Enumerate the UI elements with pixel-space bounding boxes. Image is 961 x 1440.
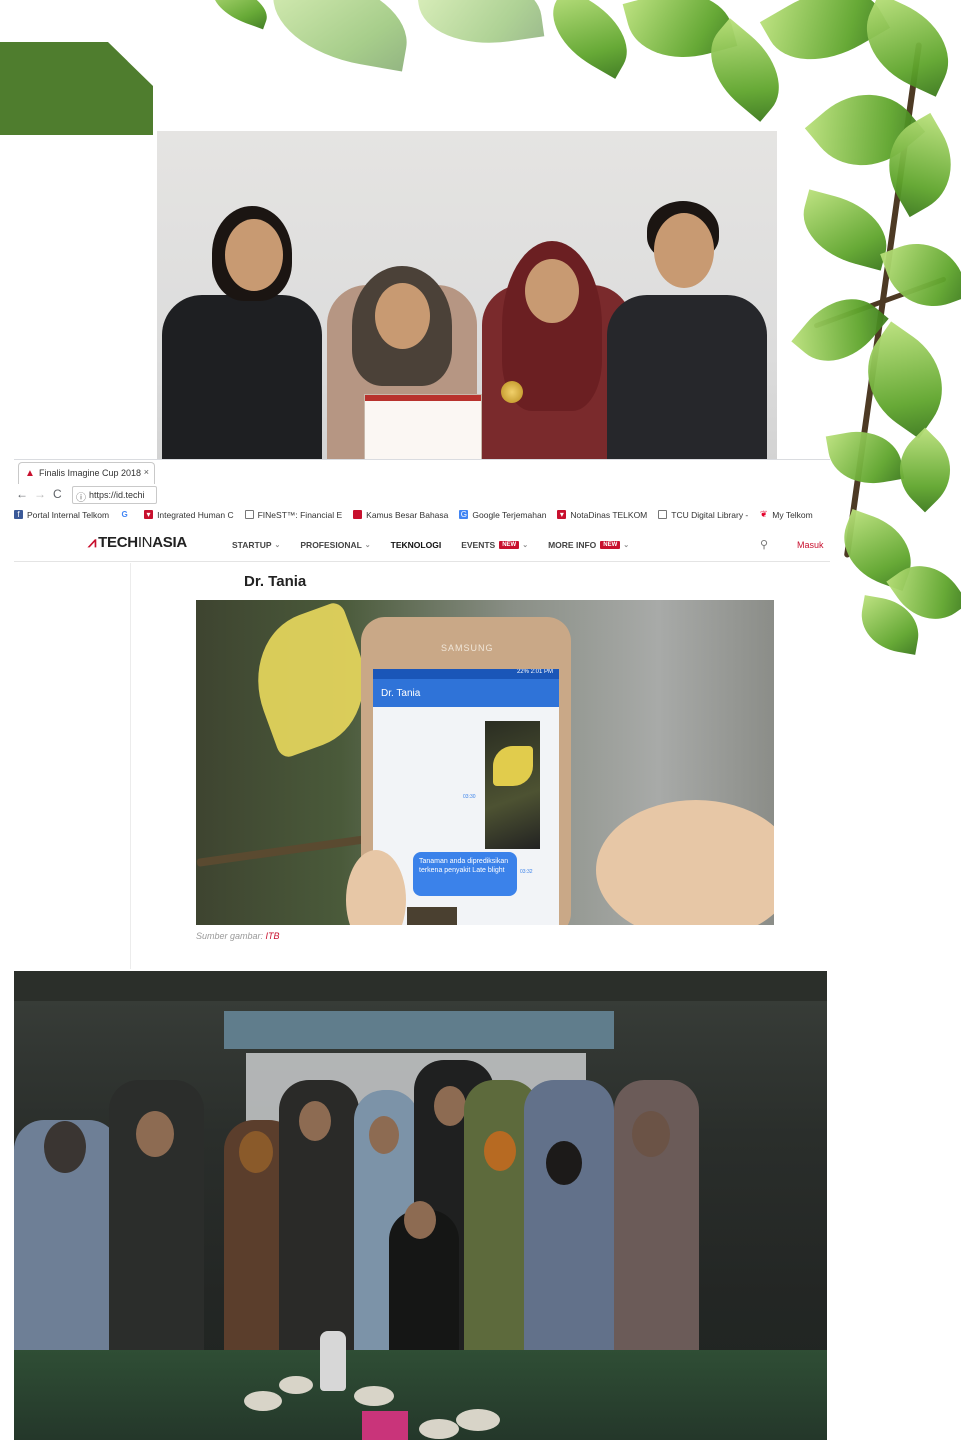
bookmark[interactable]: Kamus Besar Bahasa bbox=[353, 510, 448, 520]
roof bbox=[14, 971, 827, 1001]
forward-arrow-icon[interactable]: → bbox=[34, 487, 46, 501]
techinasia-logo-icon: ⩘ bbox=[88, 534, 97, 551]
browser-tab[interactable]: ▲ Finalis Imagine Cup 2018 × bbox=[18, 462, 155, 484]
back-arrow-icon[interactable]: ← bbox=[16, 487, 28, 501]
address-bar: ← → C ⓘ https://id.techi bbox=[14, 485, 157, 505]
image-caption: Sumber gambar: ITB bbox=[196, 931, 280, 941]
close-icon[interactable]: × bbox=[144, 467, 149, 477]
app-title: Dr. Tania bbox=[373, 679, 559, 707]
url-input[interactable]: ⓘ https://id.techi bbox=[72, 486, 157, 504]
group-photo bbox=[14, 971, 827, 1440]
gold-medal bbox=[501, 381, 523, 403]
page-icon bbox=[658, 510, 668, 519]
menu-item-teknologi[interactable]: TEKNOLOGI bbox=[391, 540, 442, 550]
pink-box bbox=[362, 1411, 408, 1440]
menu-item-events[interactable]: EVENTS NEW ⌄ bbox=[461, 540, 528, 550]
bookmark[interactable]: G Google Terjemahan bbox=[459, 510, 546, 520]
book-icon bbox=[353, 510, 363, 519]
info-icon: ⓘ bbox=[76, 493, 86, 504]
menu-item-more-info[interactable]: MORE INFO NEW ⌄ bbox=[548, 540, 629, 550]
site-navbar: ⩘ TECHINASIA STARTUP ⌄ PROFESIONAL ⌄ TEKNOL… bbox=[14, 526, 830, 562]
left-sidebar bbox=[14, 563, 131, 969]
new-badge: NEW bbox=[499, 541, 520, 549]
shield-icon: ▾ bbox=[144, 510, 154, 519]
plate bbox=[244, 1391, 282, 1411]
chevron-down-icon: ⌄ bbox=[522, 542, 529, 549]
telkom-icon: ❦ bbox=[760, 509, 768, 519]
plate bbox=[354, 1386, 394, 1406]
reload-icon[interactable]: C bbox=[53, 487, 62, 501]
facebook-icon: f bbox=[14, 510, 23, 519]
translate-icon: G bbox=[459, 510, 469, 519]
page-icon bbox=[244, 510, 254, 519]
green-corner-tab bbox=[0, 42, 153, 135]
techinasia-favicon-icon: ▲ bbox=[25, 468, 35, 479]
phone-brand: SAMSUNG bbox=[441, 643, 494, 653]
plate bbox=[279, 1376, 313, 1394]
chat-photo bbox=[485, 721, 540, 849]
plate bbox=[456, 1409, 500, 1431]
new-badge: NEW bbox=[600, 541, 621, 549]
thermos bbox=[320, 1331, 346, 1391]
person bbox=[524, 1080, 614, 1380]
article-heading: Dr. Tania bbox=[244, 573, 307, 590]
shield-icon: ▾ bbox=[557, 510, 567, 519]
status-bar: 22% 2:01 PM bbox=[373, 669, 559, 679]
google-icon: G bbox=[120, 510, 130, 519]
chat-photo bbox=[407, 907, 457, 925]
bookmark[interactable]: G bbox=[120, 510, 133, 519]
person bbox=[602, 131, 777, 505]
hand bbox=[596, 800, 774, 925]
bookmark[interactable]: TCU Digital Library - bbox=[658, 510, 748, 520]
message-time: 03:32 bbox=[520, 869, 533, 875]
bookmark[interactable]: FINeST™: Financial E bbox=[244, 510, 342, 520]
chevron-down-icon: ⌄ bbox=[623, 542, 630, 549]
caption-source-link[interactable]: ITB bbox=[266, 931, 280, 941]
techinasia-logo[interactable]: ⩘ TECHINASIA bbox=[88, 534, 187, 551]
chevron-down-icon: ⌄ bbox=[274, 542, 281, 549]
menu-item-startup[interactable]: STARTUP ⌄ bbox=[232, 540, 280, 550]
chevron-down-icon: ⌄ bbox=[364, 542, 371, 549]
menu-item-profesional[interactable]: PROFESIONAL ⌄ bbox=[300, 540, 370, 550]
message-time: 03:30 bbox=[463, 794, 476, 800]
tab-title: Finalis Imagine Cup 2018 bbox=[39, 468, 142, 478]
bookmarks-bar: f Portal Internal Telkom G ▾ Integrated Hu… bbox=[14, 506, 830, 523]
url-text: https://id.techi bbox=[89, 490, 145, 500]
site-menu: STARTUP ⌄ PROFESIONAL ⌄ TEKNOLOGI EVENTS NE… bbox=[232, 540, 649, 550]
login-link[interactable]: Masuk bbox=[797, 540, 824, 550]
bookmark[interactable]: ▾ Integrated Human C bbox=[144, 510, 234, 520]
chat-message: Tanaman anda diprediksikan terkena penya… bbox=[413, 852, 517, 896]
team-photo bbox=[157, 131, 777, 505]
banner bbox=[224, 1011, 614, 1049]
tab-strip: ▲ Finalis Imagine Cup 2018 × bbox=[14, 460, 157, 484]
bookmark[interactable]: ▾ NotaDinas TELKOM bbox=[557, 510, 647, 520]
plate bbox=[419, 1419, 459, 1439]
bookmark[interactable]: ❦ My Telkom bbox=[759, 509, 813, 520]
browser-screenshot: ▲ Finalis Imagine Cup 2018 × ← → C ⓘ htt… bbox=[14, 459, 830, 969]
search-icon[interactable]: ⚲ bbox=[760, 538, 768, 551]
bookmark[interactable]: f Portal Internal Telkom bbox=[14, 510, 109, 520]
article-image: SAMSUNG 22% 2:01 PM Dr. Tania 03:30 ☺ Ta… bbox=[196, 600, 774, 925]
